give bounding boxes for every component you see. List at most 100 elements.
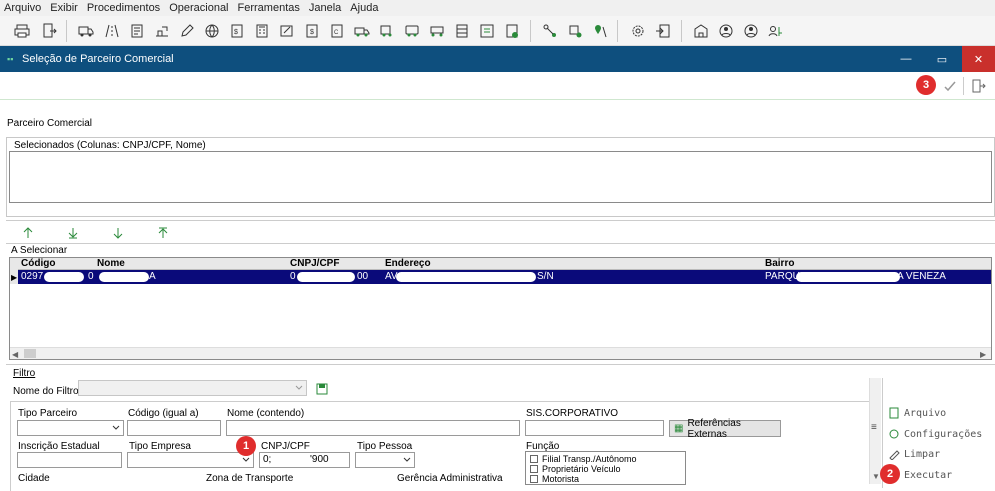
settings-icon — [889, 429, 899, 439]
gear-icon[interactable] — [629, 22, 646, 39]
edit-doc-icon[interactable] — [278, 22, 295, 39]
annotation-badge-1: 1 — [236, 436, 256, 456]
menu-operacional[interactable]: Operacional — [169, 2, 228, 14]
move-top-icon[interactable] — [157, 227, 169, 239]
map-pin-icon[interactable] — [591, 22, 608, 39]
confirm-check-icon[interactable] — [942, 78, 958, 94]
svg-text:C: C — [334, 30, 339, 36]
network-icon[interactable] — [541, 22, 558, 39]
col-nome[interactable]: Nome — [94, 258, 287, 270]
export-icon[interactable] — [40, 22, 57, 39]
tipo-parceiro-select[interactable] — [17, 420, 124, 436]
col-bairro[interactable]: Bairro — [762, 258, 991, 270]
cidade-label: Cidade — [18, 473, 50, 484]
redaction — [44, 272, 84, 282]
filter-vscrollbar[interactable]: ≡ ▼ — [869, 378, 881, 484]
truck-icon[interactable] — [77, 22, 94, 39]
grid-hscrollbar[interactable]: ◀ ▶ — [10, 347, 991, 359]
building-icon[interactable] — [692, 22, 709, 39]
menu-procedimentos[interactable]: Procedimentos — [87, 2, 160, 14]
window-title: Seleção de Parceiro Comercial — [22, 53, 174, 65]
configuracoes-action[interactable]: Configurações — [888, 428, 982, 440]
money-docs-icon[interactable] — [503, 22, 520, 39]
file-icon — [889, 407, 899, 419]
col-cnpj[interactable]: CNPJ/CPF — [287, 258, 382, 270]
tipo-parceiro-label: Tipo Parceiro — [18, 408, 78, 419]
limpar-action[interactable]: Limpar — [888, 448, 940, 460]
funcao-list[interactable]: Filial Transp./Autônomo Proprietário Veí… — [525, 451, 686, 485]
route-icon[interactable] — [153, 22, 170, 39]
menu-ajuda[interactable]: Ajuda — [350, 2, 378, 14]
funcao-item[interactable]: Filial Transp./Autônomo — [530, 454, 681, 464]
report-icon[interactable]: C — [328, 22, 345, 39]
action-bar: 3 — [0, 72, 995, 100]
tipo-empresa-select[interactable] — [127, 452, 254, 468]
funcao-item[interactable]: Motorista — [530, 474, 681, 484]
calculator-icon[interactable] — [253, 22, 270, 39]
user-icon[interactable] — [742, 22, 759, 39]
invoice-icon[interactable]: $ — [228, 22, 245, 39]
document-icon[interactable] — [128, 22, 145, 39]
cash-doc-icon[interactable]: $ — [303, 22, 320, 39]
col-codigo[interactable]: Código — [18, 258, 94, 270]
annotation-badge-2: 2 — [880, 464, 900, 484]
nome-input[interactable] — [226, 420, 520, 436]
redaction — [796, 272, 900, 282]
move-bottom-icon[interactable] — [67, 227, 79, 239]
save-filter-icon[interactable] — [316, 383, 328, 395]
bus-icon[interactable] — [403, 22, 420, 39]
ie-input[interactable] — [17, 452, 122, 468]
col-endereco[interactable]: Endereço — [382, 258, 762, 270]
menu-arquivo[interactable]: Arquivo — [4, 2, 41, 14]
move-up-icon[interactable] — [22, 227, 34, 239]
import-icon[interactable] — [654, 22, 671, 39]
road-icon[interactable] — [103, 22, 120, 39]
user-circle-icon[interactable] — [717, 22, 734, 39]
scroll-right-icon[interactable]: ▶ — [980, 350, 986, 359]
ref-icon: ▦ — [674, 423, 684, 434]
sis-input[interactable] — [525, 420, 664, 436]
funcao-item[interactable]: Proprietário Veículo — [530, 464, 681, 474]
exit-door-icon[interactable] — [970, 78, 986, 94]
eraser-icon — [889, 450, 900, 460]
truck-loaded-icon[interactable] — [378, 22, 395, 39]
move-down-icon[interactable] — [112, 227, 124, 239]
menu-janela[interactable]: Janela — [309, 2, 341, 14]
maximize-icon: ▭ — [936, 53, 948, 66]
filter-name-select[interactable] — [78, 380, 307, 396]
users-key-icon[interactable] — [767, 22, 784, 39]
close-icon: ✕ — [973, 53, 984, 66]
calendar-grid-icon[interactable] — [478, 22, 495, 39]
to-select-label: A Selecionar — [11, 245, 68, 256]
codigo-input[interactable] — [127, 420, 221, 436]
arquivo-action[interactable]: Arquivo — [888, 407, 946, 419]
filter-name-label: Nome do Filtro — [13, 386, 79, 397]
box-network-icon[interactable] — [566, 22, 583, 39]
globe-icon[interactable] — [203, 22, 220, 39]
menu-exibir[interactable]: Exibir — [50, 2, 78, 14]
scroll-thumb[interactable] — [24, 349, 36, 358]
maximize-button[interactable]: ▭ — [927, 46, 957, 72]
scroll-down-icon[interactable]: ▼ — [872, 472, 880, 481]
referencias-externas-button[interactable]: ▦ Referências Externas — [669, 418, 781, 440]
gerencia-label: Gerência Administrativa — [397, 473, 503, 484]
row-pointer-icon: ▶ — [11, 273, 18, 282]
truck-green-icon[interactable] — [353, 22, 370, 39]
codigo-label: Código (igual a) — [128, 408, 199, 419]
menu-ferramentas[interactable]: Ferramentas — [238, 2, 300, 14]
minimize-button[interactable]: — — [891, 46, 921, 72]
scroll-grip-icon[interactable]: ≡ — [871, 422, 877, 433]
zona-label: Zona de Transporte — [206, 473, 294, 484]
truck-box-icon[interactable] — [453, 22, 470, 39]
pen-icon[interactable] — [178, 22, 195, 39]
printer-icon[interactable] — [13, 22, 30, 39]
scroll-left-icon[interactable]: ◀ — [12, 350, 18, 359]
nome-label: Nome (contendo) — [227, 408, 305, 419]
window-titlebar: ▪▪ Seleção de Parceiro Comercial — ▭ ✕ — [0, 46, 995, 72]
svg-text:$: $ — [310, 29, 314, 36]
selected-list[interactable] — [9, 151, 992, 203]
tipo-pessoa-select[interactable] — [355, 452, 415, 468]
close-button[interactable]: ✕ — [962, 46, 995, 72]
truck-cargo-icon[interactable] — [428, 22, 445, 39]
cnpj-input[interactable]: 0; '900 — [259, 452, 350, 468]
